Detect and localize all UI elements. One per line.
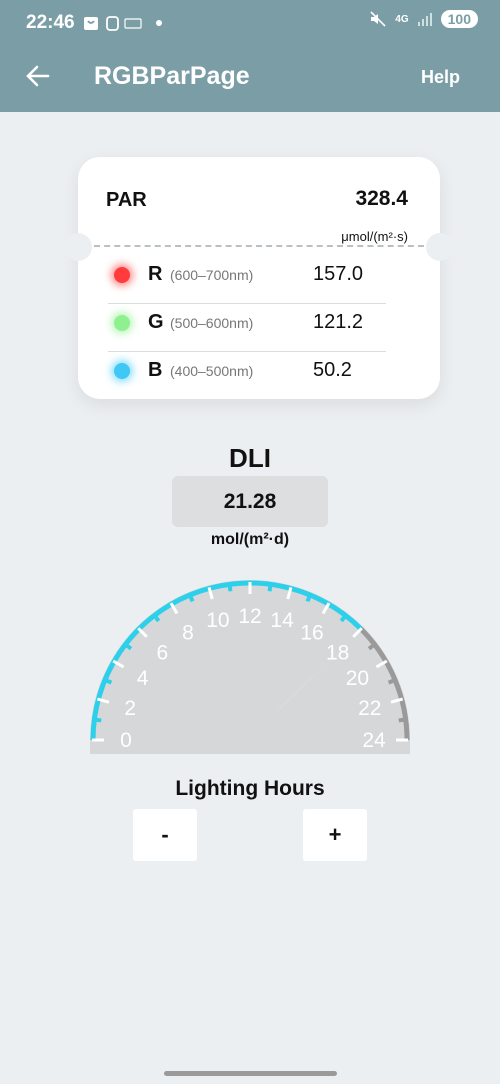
card-divider	[94, 245, 424, 247]
decrease-hours-button[interactable]: -	[133, 809, 197, 861]
status-bar: 22:46 4G 100	[0, 0, 500, 46]
channel-row-red: R (600–700nm) 157.0	[108, 255, 386, 304]
increase-hours-button[interactable]: +	[303, 809, 367, 861]
card-notch-left	[64, 233, 92, 261]
mute-icon	[370, 11, 386, 27]
channel-letter: G	[148, 311, 164, 333]
channel-row-green: G (500–600nm) 121.2	[108, 303, 386, 352]
gauge-tick-label: 12	[238, 605, 261, 628]
gauge-tick	[227, 583, 233, 592]
status-time: 22:46	[26, 12, 75, 33]
channel-letter: R	[148, 263, 163, 285]
channel-value: 157.0	[313, 263, 364, 285]
page-title: RGBParPage	[94, 62, 250, 90]
gauge-tick-label: 24	[362, 729, 386, 752]
green-dot-icon	[114, 315, 130, 331]
red-dot-icon	[114, 267, 130, 283]
gauge-tick-label: 8	[182, 622, 194, 645]
gauge-tick	[267, 583, 273, 592]
help-button[interactable]: Help	[421, 67, 460, 88]
gauge-tick	[398, 717, 407, 723]
par-value: 328.4	[355, 187, 408, 210]
par-unit: μmol/(m²·s)	[341, 229, 408, 244]
gauge-tick	[93, 717, 102, 723]
gauge-tick	[305, 593, 313, 603]
gauge-tick-label: 0	[120, 729, 132, 752]
dli-title: DLI	[229, 443, 271, 473]
lighting-hours-gauge[interactable]: 0246810 12 141618202224	[0, 560, 500, 760]
network-type: 4G	[395, 13, 409, 25]
gauge-tick	[387, 677, 397, 685]
gauge-tick	[103, 677, 113, 685]
blue-dot-icon	[114, 363, 130, 379]
gauge-tick	[187, 593, 195, 603]
gauge-tick-label: 6	[156, 641, 168, 664]
signal-icon	[417, 13, 432, 26]
channel-range: (500–600nm)	[170, 315, 254, 331]
gauge-tick-label: 22	[358, 697, 381, 720]
par-label: PAR	[106, 189, 147, 211]
gauge-tick-label: 4	[137, 667, 149, 690]
card-notch-right	[426, 233, 454, 261]
channel-value: 50.2	[313, 359, 352, 381]
lighting-hours-label: Lighting Hours	[175, 777, 325, 800]
channel-letter: B	[148, 359, 163, 381]
status-right: 4G 100	[369, 10, 478, 28]
more-notifications-icon	[156, 20, 162, 26]
gauge-tick-label: 2	[124, 697, 136, 720]
gauge-tick-label: 20	[346, 667, 369, 690]
gauge-tick-label: 10	[206, 609, 229, 632]
gauge-tick-label: 14	[270, 609, 294, 632]
battery-badge: 100	[440, 10, 478, 28]
gauge-tick-label: 18	[326, 641, 349, 664]
dli-value: 21.28	[172, 476, 328, 527]
channel-range: (400–500nm)	[170, 363, 254, 379]
app-notification-icon	[106, 16, 119, 31]
par-card: PAR 328.4 μmol/(m²·s) R (600–700nm) 157.…	[64, 157, 454, 399]
back-arrow-icon[interactable]	[24, 62, 52, 90]
gauge-tick-label: 16	[300, 622, 323, 645]
channel-range: (600–700nm)	[170, 267, 254, 283]
channel-row-blue: B (400–500nm) 50.2	[108, 351, 386, 399]
app-bar: 22:46 4G 100 RGBParPage Help	[0, 0, 500, 112]
shopping-bag-icon	[84, 17, 98, 30]
temu-icon	[124, 18, 142, 29]
dli-unit: mol/(m²·d)	[210, 531, 290, 548]
channel-value: 121.2	[313, 311, 364, 333]
home-indicator[interactable]	[164, 1071, 337, 1076]
